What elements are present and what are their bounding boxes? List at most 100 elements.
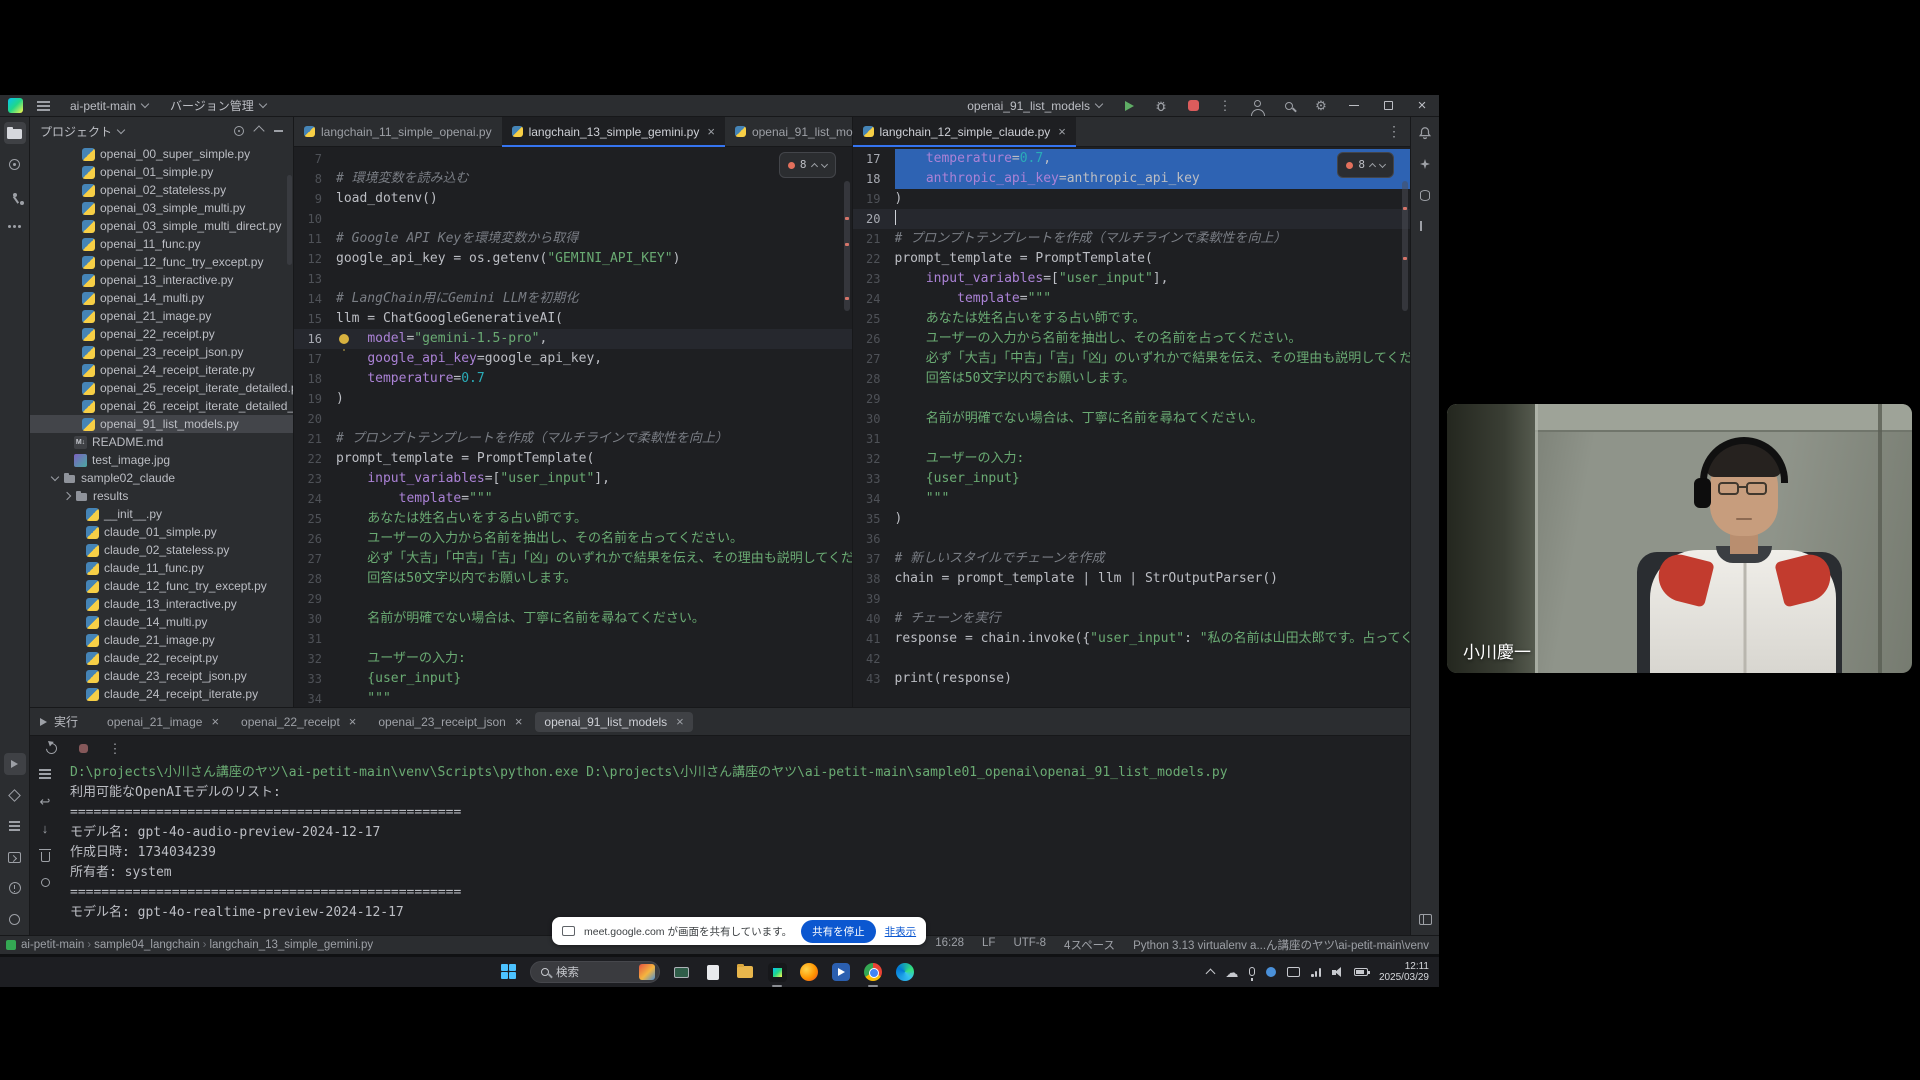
editor-tab[interactable]: langchain_12_simple_claude.py× xyxy=(853,117,1076,146)
firefox-button[interactable] xyxy=(798,961,820,983)
tree-item[interactable]: claude_11_func.py xyxy=(30,559,293,577)
more-actions-button[interactable]: ⋮ xyxy=(1213,96,1237,116)
breadcrumb-item[interactable]: sample04_langchain xyxy=(94,939,200,951)
tree-item[interactable]: test_image.jpg xyxy=(30,451,293,469)
hidden-icons-chevron[interactable] xyxy=(1206,969,1216,979)
maximize-button[interactable] xyxy=(1375,96,1401,116)
editor-tab[interactable]: langchain_11_simple_openai.py xyxy=(294,117,502,146)
tree-item[interactable]: openai_00_super_simple.py xyxy=(30,145,293,163)
database-button[interactable] xyxy=(1414,184,1436,206)
tree-item[interactable]: claude_12_func_try_except.py xyxy=(30,577,293,595)
rerun-button[interactable] xyxy=(42,740,60,756)
tree-item[interactable]: __init__.py xyxy=(30,505,293,523)
editor-scrollbar[interactable] xyxy=(844,181,850,311)
tree-item[interactable]: openai_24_receipt_iterate.py xyxy=(30,361,293,379)
run-button[interactable] xyxy=(1117,96,1141,116)
tree-item[interactable]: claude_13_interactive.py xyxy=(30,595,293,613)
commit-tool-button[interactable] xyxy=(4,153,26,175)
intention-bulb-icon[interactable] xyxy=(339,334,349,344)
vcs-widget[interactable]: バージョン管理 xyxy=(163,95,273,116)
tree-item[interactable]: M↓README.md xyxy=(30,433,293,451)
clear-console-button[interactable] xyxy=(36,847,54,863)
console-more-button[interactable]: ⋮ xyxy=(106,740,124,756)
pull-requests-tool-button[interactable] xyxy=(4,184,26,206)
hide-panel-icon[interactable] xyxy=(274,130,283,132)
status-widget[interactable]: 4スペース xyxy=(1064,937,1115,953)
error-stripe-mark[interactable] xyxy=(845,243,849,246)
run-tab[interactable]: openai_21_image× xyxy=(98,712,228,732)
tree-item[interactable]: openai_12_func_try_except.py xyxy=(30,253,293,271)
breadcrumbs[interactable]: ai-petit-main›sample04_langchain›langcha… xyxy=(21,939,373,951)
tree-item[interactable]: openai_01_simple.py xyxy=(30,163,293,181)
taskbar-clock[interactable]: 12:11 2025/03/29 xyxy=(1379,961,1429,984)
run-config-selector[interactable]: openai_91_list_models xyxy=(960,97,1109,115)
run-console-output[interactable]: D:\projects\小川さん講座のヤツ\ai-petit-main\venv… xyxy=(60,760,1410,935)
stop-button[interactable] xyxy=(1181,96,1205,116)
pycharm-taskbar-button[interactable] xyxy=(766,961,788,983)
meet-camera-indicator-icon[interactable] xyxy=(1266,967,1276,977)
network-icon[interactable] xyxy=(1311,968,1321,977)
notepad-button[interactable] xyxy=(702,961,724,983)
project-tree[interactable]: openai_00_super_simple.pyopenai_01_simpl… xyxy=(30,145,293,707)
hide-banner-link[interactable]: 非表示 xyxy=(885,924,917,939)
inspections-widget[interactable]: 8 xyxy=(1337,152,1394,178)
chevron-down-icon[interactable] xyxy=(117,125,125,133)
inspections-widget[interactable]: 8 xyxy=(779,152,836,178)
stop-process-button[interactable] xyxy=(74,740,92,756)
tree-item[interactable]: openai_25_receipt_iterate_detailed.py xyxy=(30,379,293,397)
tree-item[interactable]: claude_01_simple.py xyxy=(30,523,293,541)
status-widget[interactable]: Python 3.13 virtualenv a...ん講座のヤツ\ai-pet… xyxy=(1133,937,1429,953)
microphone-icon[interactable] xyxy=(1249,967,1255,976)
tree-item[interactable]: openai_14_multi.py xyxy=(30,289,293,307)
next-error-icon[interactable] xyxy=(1379,160,1386,167)
debug-button[interactable] xyxy=(1149,96,1173,116)
breadcrumb-item[interactable]: ai-petit-main xyxy=(21,939,84,951)
tree-item[interactable]: openai_22_receipt.py xyxy=(30,325,293,343)
tree-item[interactable]: claude_21_image.py xyxy=(30,631,293,649)
tree-item[interactable]: claude_22_receipt.py xyxy=(30,649,293,667)
run-tool-button[interactable] xyxy=(4,753,26,775)
status-widget[interactable]: LF xyxy=(982,937,995,953)
close-tab-icon[interactable]: × xyxy=(1058,125,1066,138)
media-app-button[interactable] xyxy=(830,961,852,983)
tree-item[interactable]: openai_03_simple_multi.py xyxy=(30,199,293,217)
close-tab-icon[interactable]: × xyxy=(515,715,523,728)
tree-item[interactable]: openai_91_list_models.py xyxy=(30,415,293,433)
tree-item[interactable]: claude_02_stateless.py xyxy=(30,541,293,559)
stop-sharing-button[interactable]: 共有を停止 xyxy=(801,920,876,943)
pin-console-button[interactable] xyxy=(36,874,54,890)
tree-item[interactable]: openai_11_func.py xyxy=(30,235,293,253)
select-opened-file-icon[interactable] xyxy=(234,126,244,136)
run-tab[interactable]: openai_22_receipt× xyxy=(232,712,365,732)
more-tools-button[interactable] xyxy=(4,215,26,237)
tree-item[interactable]: openai_23_receipt_json.py xyxy=(30,343,293,361)
close-tab-icon[interactable]: × xyxy=(676,715,684,728)
edge-button[interactable] xyxy=(894,961,916,983)
tree-item[interactable]: openai_03_simple_multi_direct.py xyxy=(30,217,293,235)
notifications-button[interactable] xyxy=(1414,122,1436,144)
tree-scrollbar[interactable] xyxy=(287,175,292,265)
project-tool-button[interactable] xyxy=(4,122,26,144)
close-tab-icon[interactable]: × xyxy=(349,715,357,728)
minimize-button[interactable] xyxy=(1341,96,1367,116)
status-widget[interactable]: UTF-8 xyxy=(1013,937,1046,953)
prev-error-icon[interactable] xyxy=(810,163,817,170)
error-stripe-mark[interactable] xyxy=(1403,207,1407,210)
chevron-right-icon[interactable] xyxy=(63,492,71,500)
next-error-icon[interactable] xyxy=(820,160,827,167)
taskview-button[interactable] xyxy=(670,961,692,983)
ai-assistant-button[interactable] xyxy=(1414,153,1436,175)
error-stripe-mark[interactable] xyxy=(845,297,849,300)
tree-item[interactable]: openai_13_interactive.py xyxy=(30,271,293,289)
problems-tool-button[interactable] xyxy=(4,877,26,899)
editor-tab[interactable]: langchain_13_simple_gemini.py× xyxy=(502,117,725,146)
run-tab[interactable]: openai_23_receipt_json× xyxy=(369,712,531,732)
prev-error-icon[interactable] xyxy=(1369,163,1376,170)
tree-item[interactable]: claude_24_receipt_iterate.py xyxy=(30,685,293,703)
soft-wrap-button[interactable]: ↩ xyxy=(36,793,54,809)
code-editor-left[interactable]: 78# 環境変数を読み込む9load_dotenv()1011# Google … xyxy=(294,147,852,707)
terminal-tool-button[interactable] xyxy=(4,846,26,868)
volume-icon[interactable] xyxy=(1332,967,1343,977)
close-button[interactable]: × xyxy=(1409,96,1435,116)
explorer-button[interactable] xyxy=(734,961,756,983)
